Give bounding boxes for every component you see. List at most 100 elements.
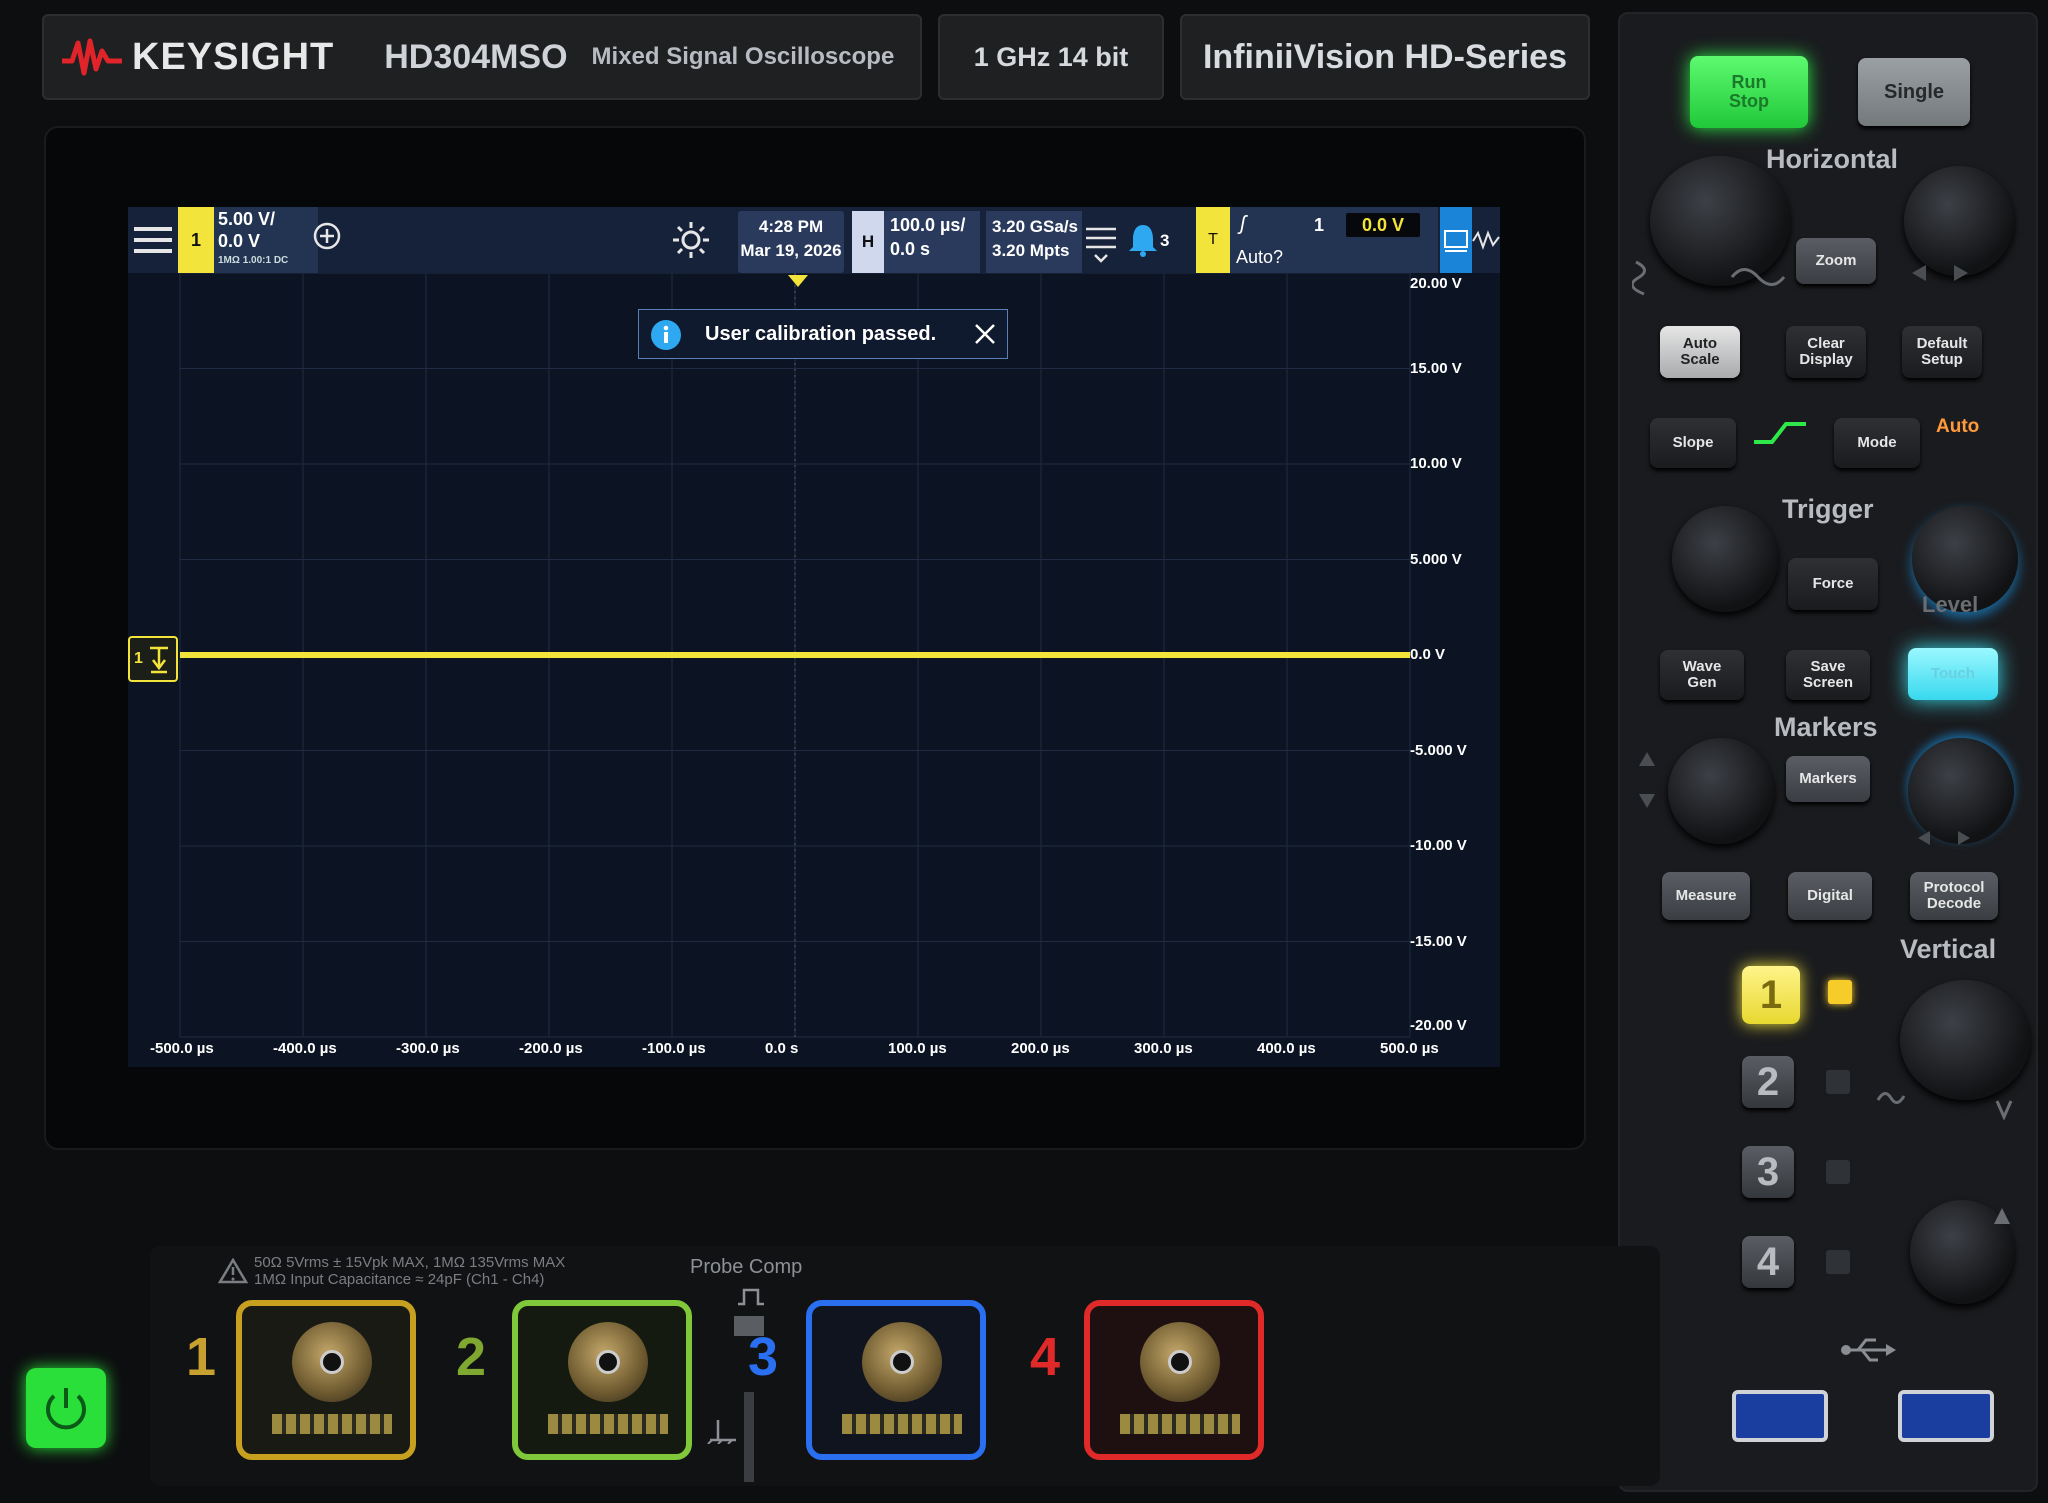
channel3-input-label: 3: [748, 1327, 779, 1387]
channel4-bnc-input[interactable]: [1084, 1300, 1264, 1460]
power-icon: [46, 1388, 86, 1430]
waveform-menu-icon[interactable]: [1472, 207, 1500, 273]
menu-icon[interactable]: [134, 225, 172, 255]
run-stop-button[interactable]: Run Stop: [1690, 56, 1808, 128]
measure-button[interactable]: Measure: [1662, 872, 1750, 920]
brightness-icon[interactable]: [672, 221, 710, 259]
zoom-window-icon[interactable]: [1440, 207, 1472, 273]
trigger-position-marker[interactable]: [788, 275, 808, 287]
channel1-tab[interactable]: 1: [178, 207, 214, 273]
horizontal-tab[interactable]: H: [852, 211, 884, 273]
channel1-details: 1MΩ 1.00:1 DC: [218, 255, 289, 266]
channel1-ground-marker[interactable]: 1: [128, 636, 178, 682]
close-icon[interactable]: [973, 322, 997, 346]
touch-button[interactable]: Touch: [1908, 648, 1998, 700]
trigger-select-knob[interactable]: [1672, 506, 1778, 612]
channel2-button[interactable]: 2: [1742, 1056, 1794, 1108]
digital-label: Digital: [1807, 887, 1853, 905]
default-setup-label-2: Setup: [1921, 351, 1963, 368]
trigger-tab[interactable]: T: [1196, 207, 1230, 273]
series-bar: InfiniiVision HD-Series: [1180, 14, 1590, 100]
model-description: Mixed Signal Oscilloscope: [591, 43, 895, 70]
ground-terminal[interactable]: [744, 1392, 754, 1482]
channel3-bnc-input[interactable]: [806, 1300, 986, 1460]
model-name: HD304MSO: [384, 37, 568, 76]
probe-comp-label: Probe Comp: [690, 1256, 803, 1278]
y-axis-tick-label: -5.000 V: [1410, 741, 1467, 759]
channel4-input-label: 4: [1030, 1327, 1061, 1387]
info-icon: [651, 320, 681, 350]
x-axis-tick-label: -500.0 µs: [150, 1040, 214, 1057]
sample-rate: 3.20 GSa/s: [992, 217, 1079, 236]
digital-button[interactable]: Digital: [1788, 872, 1872, 920]
add-channel-icon[interactable]: [312, 221, 342, 251]
marker-left-right-icon: [1918, 831, 1970, 845]
protocol-decode-button[interactable]: Protocol Decode: [1910, 872, 1998, 920]
zoom-label: Zoom: [1815, 252, 1857, 270]
calibration-toast: User calibration passed.: [638, 309, 1008, 359]
left-right-arrows-icon: [1912, 265, 1968, 281]
acquisition-menu-icon[interactable]: [1084, 221, 1118, 265]
run-label: Run: [1731, 72, 1767, 93]
channel1-scale: 5.00 V/: [218, 209, 276, 229]
usb-port-right[interactable]: [1898, 1390, 1994, 1442]
clear-display-button[interactable]: Clear Display: [1786, 326, 1866, 378]
date-label: Mar 19, 2026: [740, 241, 842, 260]
channel1-marker-label: 1: [134, 650, 143, 667]
auto-scale-label-1: Auto: [1682, 335, 1718, 353]
default-setup-label-1: Default: [1916, 335, 1968, 353]
usb-icon: [1841, 1338, 1896, 1362]
acquisition-settings[interactable]: 3.20 GSa/s 3.20 Mpts: [986, 211, 1082, 273]
horizontal-settings[interactable]: 100.0 µs/ 0.0 s: [884, 211, 980, 273]
save-screen-button[interactable]: Save Screen: [1786, 650, 1870, 700]
series-label: InfiniiVision HD-Series: [1202, 37, 1567, 76]
vertical-wave-icon: [1876, 1092, 1906, 1104]
channel2-bnc-input[interactable]: [512, 1300, 692, 1460]
horizontal-section-title: Horizontal: [1766, 144, 1898, 174]
marker-x-knob[interactable]: [1668, 738, 1774, 844]
default-setup-button[interactable]: Default Setup: [1902, 326, 1982, 378]
markers-button[interactable]: Markers: [1786, 756, 1870, 802]
keysight-logo: KEYSIGHT: [62, 36, 334, 79]
force-trigger-button[interactable]: Force: [1788, 558, 1878, 610]
slope-button[interactable]: Slope: [1650, 418, 1736, 468]
usb-port-left[interactable]: [1732, 1390, 1828, 1442]
trigger-mode-button[interactable]: Mode: [1834, 418, 1920, 468]
y-axis-tick-label: -15.00 V: [1410, 932, 1467, 950]
time-scale: 100.0 µs/: [890, 215, 966, 235]
channel3-button[interactable]: 3: [1742, 1146, 1794, 1198]
datetime-display[interactable]: 4:28 PM Mar 19, 2026: [738, 211, 844, 273]
protocol-decode-label-1: Protocol: [1923, 879, 1985, 897]
x-axis-tick-label: 100.0 µs: [888, 1040, 947, 1057]
ground-icon: [150, 646, 168, 674]
channel1-settings[interactable]: 5.00 V/ 0.0 V 1MΩ 1.00:1 DC: [214, 207, 318, 273]
channel4-button[interactable]: 4: [1742, 1236, 1794, 1288]
x-axis-tick-label: 200.0 µs: [1011, 1040, 1070, 1057]
vertical-scale-knob[interactable]: [1900, 980, 2030, 1100]
input-warning: 50Ω 5Vrms ± 15Vpk MAX, 1MΩ 135Vrms MAX 1…: [254, 1254, 565, 1288]
square-wave-icon: [738, 1288, 764, 1306]
zoom-button[interactable]: Zoom: [1796, 238, 1876, 284]
protocol-decode-label-2: Decode: [1926, 895, 1982, 912]
single-button[interactable]: Single: [1858, 58, 1970, 126]
horizontal-wave-icon: [1730, 268, 1786, 286]
y-axis-tick-label: 5.000 V: [1410, 550, 1462, 568]
horizontal-position-knob[interactable]: [1904, 166, 2014, 276]
channel1-bnc-input[interactable]: [236, 1300, 416, 1460]
channel1-button[interactable]: 1: [1742, 966, 1800, 1024]
trigger-slope-icon: ʃ: [1240, 213, 1246, 235]
y-axis-tick-label: 0.0 V: [1410, 646, 1446, 663]
brand-bar: KEYSIGHT HD304MSO Mixed Signal Oscillosc…: [42, 14, 922, 100]
y-axis-tick-label: -10.00 V: [1410, 837, 1467, 854]
input-warning-line2: 1MΩ Input Capacitance ≈ 24pF (Ch1 - Ch4): [254, 1271, 545, 1288]
channel4-led: [1826, 1250, 1850, 1274]
channel3-led: [1826, 1160, 1850, 1184]
wave-gen-button[interactable]: Wave Gen: [1660, 650, 1744, 700]
oscilloscope-screen[interactable]: 1 5.00 V/ 0.0 V 1MΩ 1.00:1 DC 4:28 PM Ma…: [128, 207, 1500, 1067]
power-button[interactable]: [26, 1368, 106, 1448]
time-delay: 0.0 s: [890, 239, 931, 259]
auto-scale-button[interactable]: Auto Scale: [1660, 326, 1740, 378]
trigger-settings[interactable]: ʃ 1 0.0 V Auto?: [1230, 207, 1438, 273]
notification-bell-icon[interactable]: [1128, 223, 1158, 257]
warning-icon: [218, 1258, 248, 1284]
